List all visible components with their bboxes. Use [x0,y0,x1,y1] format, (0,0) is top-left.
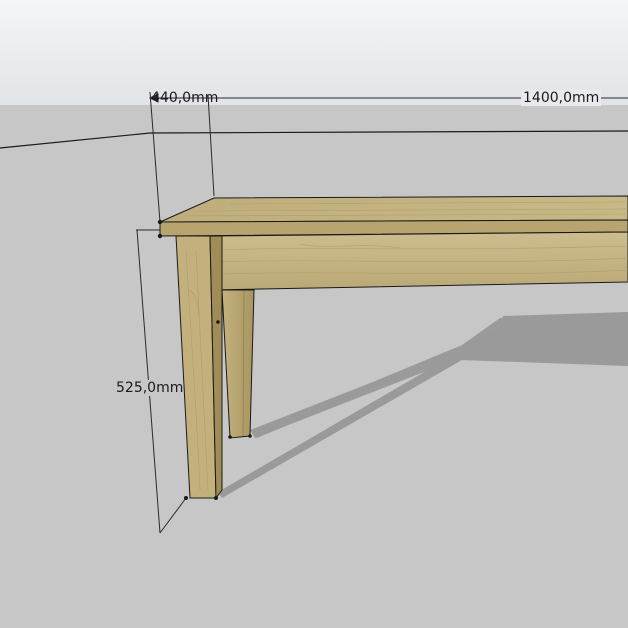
bench-top-surface[interactable] [159,195,628,223]
height-dimension-label[interactable]: 525,0mm [116,380,184,396]
length-dimension-label[interactable]: 1400,0mm [521,90,602,106]
sketchup-viewport[interactable]: 440,0mm 1400,0mm 525,0mm [0,0,628,628]
depth-dimension-label[interactable]: 440,0mm [151,90,218,106]
ground-plane [0,105,628,628]
